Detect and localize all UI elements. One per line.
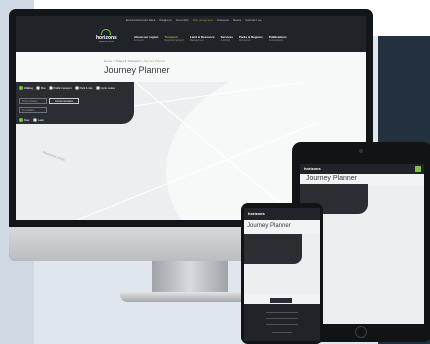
footer-line: [272, 332, 292, 333]
breadcrumb-current: Journey Planner: [143, 59, 166, 63]
menu-icon[interactable]: [415, 166, 421, 172]
phone-action-button[interactable]: [270, 298, 292, 303]
tablet-page-title: Journey Planner: [306, 175, 357, 182]
current-location-button[interactable]: Current location: [49, 98, 79, 104]
radio-icon: [95, 86, 100, 90]
breadcrumb-link[interactable]: Travel & Transport: [115, 59, 140, 63]
breadcrumb-link[interactable]: Home: [104, 59, 112, 63]
monitor-stand: [152, 261, 228, 295]
radio-icon: [48, 86, 53, 90]
mode-option[interactable]: Park & ride: [74, 86, 93, 90]
radio-icon: [36, 86, 41, 90]
top-nav-item[interactable]: Careers: [217, 18, 229, 22]
page-title: Journey Planner: [104, 65, 170, 75]
radio-icon: [33, 118, 38, 122]
phone-page-title: Journey Planner: [247, 223, 291, 229]
phone-footer: [244, 304, 320, 341]
journey-planner-panel: Walking Bus Public transport Park & ride…: [16, 82, 134, 124]
footer-line: [266, 312, 298, 313]
mode-option[interactable]: Cycle routes: [95, 86, 115, 90]
top-nav-item[interactable]: Environmental data: [126, 18, 155, 22]
breadcrumb: Home > Travel & Transport > Journey Plan…: [104, 59, 166, 63]
main-nav-item[interactable]: Transport Regional transport: [164, 35, 184, 42]
top-nav-item[interactable]: News: [233, 18, 241, 22]
mode-option[interactable]: Bus: [36, 86, 46, 90]
tablet-logo[interactable]: horizons: [304, 166, 321, 171]
main-nav-item[interactable]: Publications Consultations: [269, 35, 287, 42]
main-nav-item[interactable]: Services & pricing: [221, 35, 233, 42]
phone-logo[interactable]: horizons: [248, 211, 265, 216]
radio-icon: [19, 118, 23, 122]
to-input[interactable]: To location: [19, 107, 47, 113]
map-place-label: Palmerston North: [42, 150, 66, 162]
camera-icon: [359, 149, 363, 153]
footer-line: [266, 318, 298, 319]
tablet-header: horizons: [300, 164, 424, 174]
transport-mode-options: Walking Bus Public transport Park & ride…: [19, 86, 115, 90]
site-header: Environmental data Regions Councils Our …: [16, 16, 366, 52]
time-options: Now Later: [19, 118, 44, 122]
radio-icon: [19, 86, 23, 90]
from-input[interactable]: From location: [19, 98, 47, 104]
phone-screen: horizons Journey Planner: [244, 208, 320, 341]
top-nav-item[interactable]: Contact us: [245, 18, 261, 22]
main-nav: About our region & council Transport Regio…: [134, 35, 287, 42]
main-nav-item[interactable]: About our region & council: [134, 35, 158, 42]
site-logo[interactable]: horizons regional council: [96, 29, 117, 43]
phone-planner-panel[interactable]: [244, 234, 302, 264]
radio-icon: [74, 86, 79, 90]
time-option[interactable]: Later: [33, 118, 44, 122]
main-nav-item[interactable]: Parks & Regions Recreation: [239, 35, 263, 42]
main-nav-item[interactable]: Land & Resource Management: [190, 35, 215, 42]
top-nav: Environmental data Regions Councils Our …: [126, 18, 262, 22]
home-button-icon[interactable]: [355, 326, 367, 338]
top-nav-item[interactable]: Councils: [176, 18, 189, 22]
top-nav-item[interactable]: Our progress: [193, 18, 213, 22]
phone-device: horizons Journey Planner: [241, 203, 323, 344]
title-band: [16, 52, 366, 82]
logo-tagline: regional council: [98, 41, 115, 43]
phone-header: horizons: [244, 208, 320, 220]
mode-option[interactable]: Public transport: [48, 86, 72, 90]
time-option[interactable]: Now: [19, 118, 29, 122]
footer-line: [266, 324, 298, 325]
monitor-foot: [120, 292, 258, 302]
mode-option[interactable]: Walking: [19, 86, 33, 90]
top-nav-item[interactable]: Regions: [159, 18, 171, 22]
